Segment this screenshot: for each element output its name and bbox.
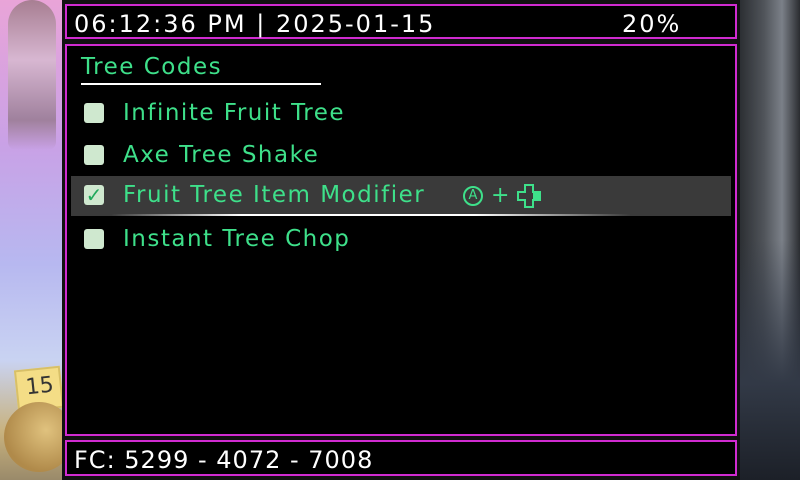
menu-item-label: Infinite Fruit Tree xyxy=(123,100,346,126)
menu-item-fruit-tree-item-modifier[interactable]: ✓ Fruit Tree Item Modifier A + xyxy=(71,176,731,216)
checkbox-unchecked-icon[interactable] xyxy=(84,145,104,165)
background-scene-left: 15 xyxy=(0,0,62,480)
status-bar: 06:12:36 PM | 2025-01-15 20% xyxy=(65,4,737,39)
menu-item-instant-tree-chop[interactable]: Instant Tree Chop xyxy=(71,220,731,260)
dpad-right-icon xyxy=(517,184,542,208)
title-underline xyxy=(81,83,321,85)
menu-item-axe-tree-shake[interactable]: Axe Tree Shake xyxy=(71,136,731,176)
checkbox-checked-icon[interactable]: ✓ xyxy=(84,185,104,205)
background-scene-right xyxy=(740,0,800,480)
checkbox-unchecked-icon[interactable] xyxy=(84,229,104,249)
a-button-icon: A xyxy=(463,186,483,206)
plus-sign: + xyxy=(491,183,510,208)
footer-bar: FC: 5299 - 4072 - 7008 xyxy=(65,440,737,476)
battery-level: 20% xyxy=(622,10,682,38)
background-dish xyxy=(4,402,62,472)
menu-item-label: Fruit Tree Item Modifier xyxy=(123,182,426,208)
friend-code: FC: 5299 - 4072 - 7008 xyxy=(74,446,374,474)
menu-item-label: Instant Tree Chop xyxy=(123,226,351,252)
background-statue xyxy=(8,0,56,150)
hotkey-combo: A + xyxy=(463,183,542,208)
cheat-menu-panel: Tree Codes Infinite Fruit Tree Axe Tree … xyxy=(65,44,737,436)
clock-date-readout: 06:12:36 PM | 2025-01-15 xyxy=(74,10,436,38)
menu-item-infinite-fruit-tree[interactable]: Infinite Fruit Tree xyxy=(71,94,731,134)
menu-title: Tree Codes xyxy=(81,54,223,80)
checkbox-unchecked-icon[interactable] xyxy=(84,103,104,123)
menu-item-label: Axe Tree Shake xyxy=(123,142,320,168)
